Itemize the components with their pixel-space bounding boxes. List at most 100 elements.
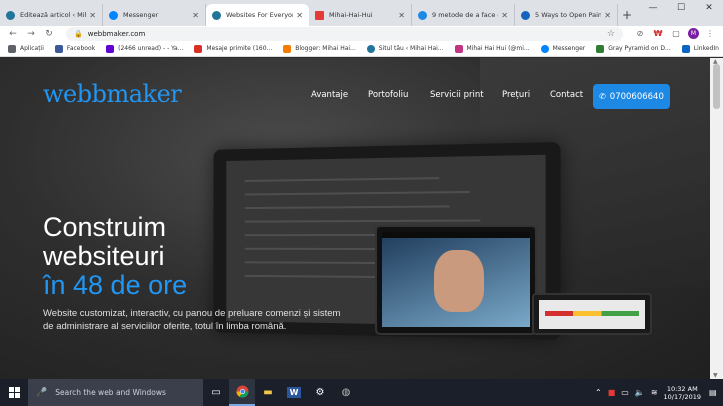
bookmark-label: Messenger — [552, 45, 586, 52]
block-icon[interactable]: ⊘ — [633, 28, 647, 39]
close-icon[interactable]: ✕ — [398, 11, 405, 20]
close-icon[interactable]: ✕ — [604, 11, 611, 20]
system-tray: ⌃ ■ ▭ 🔈 ≋ 10:32 AM 10/17/2019 ▤ — [595, 385, 723, 401]
bookmark-label: LinkedIn — [693, 45, 719, 52]
bookmark-label: (2466 unread) - - Ya... — [118, 45, 184, 52]
bookmark-gmail[interactable]: Mesaje primite (160... — [194, 44, 273, 53]
nav-avantaje[interactable]: Avantaje — [311, 90, 348, 100]
bookmarks-bar: Aplicații Facebook (2466 unread) - - Ya.… — [0, 41, 723, 57]
tab-0[interactable]: Editează articol ‹ Mihai ✕ — [0, 4, 103, 26]
bookmark-label: Blogger: Mihai Hai... — [295, 45, 356, 52]
wifi-icon[interactable]: ≋ — [651, 388, 658, 397]
hero-headline: Construim websiteuri în 48 de ore — [43, 213, 187, 300]
arrow-up-icon — [418, 10, 427, 20]
tab-label: 9 metode de a face ca — [432, 11, 499, 19]
file-explorer-icon[interactable]: ▬ — [255, 379, 281, 406]
extension-icon[interactable]: ₩ — [651, 28, 665, 39]
phone-number: 0700606640 — [609, 91, 664, 102]
nav-contact[interactable]: Contact — [550, 90, 583, 100]
battery-icon[interactable]: ▭ — [621, 388, 629, 397]
tab-label: Messenger — [123, 11, 159, 19]
blogger-icon — [283, 44, 292, 53]
face-image — [434, 250, 484, 312]
windows-start-button[interactable] — [0, 379, 28, 406]
close-icon[interactable]: ✕ — [501, 11, 508, 20]
extension-2-icon[interactable]: ▢ — [669, 28, 683, 39]
page-icon — [596, 44, 605, 53]
word-icon[interactable]: W — [281, 379, 307, 406]
headline-line-2: websiteuri — [43, 241, 165, 271]
time: 10:32 AM — [666, 384, 698, 393]
chrome-icon[interactable] — [229, 379, 255, 406]
bookmark-pyramid[interactable]: Gray Pyramid on D... — [596, 44, 671, 53]
bookmark-label: Situl tău ‹ Mihai Hai... — [378, 45, 444, 52]
minimize-button[interactable]: — — [639, 0, 667, 16]
yahoo-icon — [106, 44, 115, 53]
bookmark-blogger[interactable]: Blogger: Mihai Hai... — [283, 44, 356, 53]
task-view-icon[interactable]: ▭ — [203, 379, 229, 406]
bookmark-wordpress[interactable]: Situl tău ‹ Mihai Hai... — [366, 44, 444, 53]
phone-button[interactable]: ✆ 0700606640 — [593, 84, 670, 109]
mic-icon: 🎤 — [36, 387, 48, 398]
close-window-button[interactable]: ✕ — [695, 0, 723, 16]
apps-grid-icon — [8, 44, 16, 53]
tab-1[interactable]: Messenger ✕ — [103, 4, 206, 26]
scroll-thumb[interactable] — [713, 64, 720, 109]
tab-2-active[interactable]: Websites For Everyone ✕ — [206, 4, 309, 26]
star-icon[interactable]: ☆ — [607, 29, 615, 39]
bookmark-linkedin[interactable]: LinkedIn — [681, 44, 719, 53]
tab-strip: Editează articol ‹ Mihai ✕ Messenger ✕ W… — [0, 0, 723, 26]
hero-monitor-image — [375, 225, 537, 335]
menu-dots-icon[interactable]: ⋮ — [703, 28, 717, 39]
close-icon[interactable]: ✕ — [89, 11, 96, 20]
bookmark-facebook[interactable]: Facebook — [54, 44, 95, 53]
tab-label: Editează articol ‹ Mihai — [20, 11, 86, 19]
chevron-up-icon[interactable]: ⌃ — [595, 388, 602, 397]
url-input[interactable]: 🔒 webbmaker.com ☆ — [66, 26, 623, 41]
tab-3[interactable]: Mihai-Hai-Hui ✕ — [309, 4, 412, 26]
hero-subtext: Website customizat, interactiv, cu panou… — [43, 308, 341, 332]
wikihow-icon — [521, 10, 530, 20]
nav-portofoliu[interactable]: Portofoliu — [368, 90, 408, 100]
notification-icon[interactable]: ▤ — [709, 388, 723, 397]
bookmark-messenger[interactable]: Messenger — [540, 44, 586, 53]
tab-label: Websites For Everyone — [226, 11, 294, 19]
bookmark-yahoo[interactable]: (2466 unread) - - Ya... — [106, 44, 184, 53]
maximize-button[interactable]: ☐ — [667, 0, 695, 16]
app-icon[interactable]: ◍ — [333, 379, 359, 406]
tab-4[interactable]: 9 metode de a face ca ✕ — [412, 4, 515, 26]
tab-label: 5 Ways to Open Paint — [535, 11, 602, 19]
forward-arrow-icon[interactable]: → — [24, 29, 38, 39]
close-icon[interactable]: ✕ — [296, 11, 303, 20]
bookmark-label: Aplicații — [20, 45, 44, 52]
gmail-icon — [194, 44, 203, 53]
taskbar-search-input[interactable]: 🎤 Search the web and Windows — [28, 379, 203, 406]
wordpress-icon — [212, 10, 221, 20]
avatar[interactable]: M — [688, 28, 699, 39]
phone-icon: ✆ — [599, 92, 606, 101]
close-icon[interactable]: ✕ — [192, 11, 199, 20]
messenger-icon — [540, 44, 549, 53]
url-text: webbmaker.com — [87, 29, 146, 38]
settings-icon[interactable]: ⚙ — [307, 379, 333, 406]
clock[interactable]: 10:32 AM 10/17/2019 — [664, 385, 701, 401]
hero-tablet-image — [532, 293, 652, 335]
bookmark-instagram[interactable]: Mihai Hai Hui (@mi... — [454, 44, 530, 53]
site-logo[interactable]: webbmaker — [43, 80, 182, 108]
lock-icon: 🔒 — [74, 29, 83, 38]
wordpress-icon — [6, 10, 15, 20]
reload-icon[interactable]: ↻ — [42, 29, 56, 39]
scroll-down-icon[interactable]: ▼ — [713, 372, 718, 379]
new-tab-button[interactable]: + — [618, 4, 636, 26]
page-scrollbar[interactable]: ▲ ▼ — [710, 58, 723, 379]
antivirus-icon[interactable]: ■ — [608, 388, 616, 397]
tab-label: Mihai-Hai-Hui — [329, 11, 373, 19]
nav-preturi[interactable]: Prețuri — [502, 90, 530, 100]
bookmark-apps[interactable]: Aplicații — [8, 44, 44, 53]
bookmark-label: Mesaje primite (160... — [206, 45, 273, 52]
tab-5[interactable]: 5 Ways to Open Paint ✕ — [515, 4, 618, 26]
nav-servicii-print[interactable]: Servicii print — [430, 90, 484, 100]
back-arrow-icon[interactable]: ← — [6, 29, 20, 39]
volume-icon[interactable]: 🔈 — [635, 388, 645, 397]
linkedin-icon — [681, 44, 690, 53]
